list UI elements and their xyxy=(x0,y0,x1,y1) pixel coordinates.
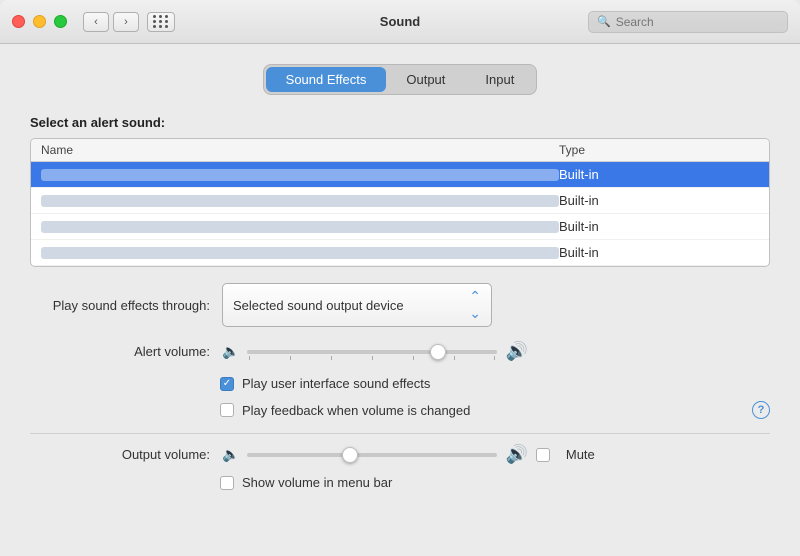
table-row[interactable]: Built-in xyxy=(31,188,769,214)
tabs: Sound Effects Output Input xyxy=(30,64,770,95)
play-through-dropdown[interactable]: Selected sound output device ⌃⌄ xyxy=(222,283,492,327)
row-type-3: Built-in xyxy=(559,219,759,234)
output-slider-thumb[interactable] xyxy=(342,447,358,463)
grid-icon xyxy=(153,15,169,28)
back-button[interactable]: ‹ xyxy=(83,12,109,32)
output-volume-label: Output volume: xyxy=(30,447,210,462)
forward-button[interactable]: › xyxy=(113,12,139,32)
row-type-4: Built-in xyxy=(559,245,759,260)
volume-high-icon: 🔊 xyxy=(505,341,527,362)
tab-sound-effects[interactable]: Sound Effects xyxy=(266,67,387,92)
table-row[interactable]: Built-in xyxy=(31,240,769,266)
output-volume-high-icon: 🔊 xyxy=(505,444,527,465)
show-volume-label: Show volume in menu bar xyxy=(242,475,392,490)
mute-checkbox[interactable] xyxy=(536,448,550,462)
dropdown-value: Selected sound output device xyxy=(233,298,404,313)
feedback-checkbox-row: Play feedback when volume is changed ? xyxy=(30,401,770,419)
sound-table: Name Type Built-in Built-in Built-in Bui… xyxy=(30,138,770,267)
help-button[interactable]: ? xyxy=(752,401,770,419)
tab-group: Sound Effects Output Input xyxy=(263,64,538,95)
output-slider-background xyxy=(247,453,497,457)
window-title: Sound xyxy=(380,14,420,29)
row-name-2 xyxy=(41,195,559,207)
feedback-label: Play feedback when volume is changed xyxy=(242,403,470,418)
row-name-4 xyxy=(41,247,559,259)
grid-button[interactable] xyxy=(147,12,175,32)
output-volume-slider[interactable] xyxy=(247,447,497,463)
alert-volume-label: Alert volume: xyxy=(30,344,210,359)
alert-volume-slider-group: 🔈 🔊 xyxy=(222,341,528,362)
nav-buttons: ‹ › xyxy=(83,12,139,32)
col-type-header: Type xyxy=(559,143,759,157)
search-icon: 🔍 xyxy=(597,15,611,28)
feedback-checkbox-left: Play feedback when volume is changed xyxy=(220,403,470,418)
checkbox-check-icon: ✓ xyxy=(223,378,231,389)
mute-label: Mute xyxy=(566,447,595,462)
tab-input[interactable]: Input xyxy=(465,67,534,92)
output-volume-row: Output volume: 🔈 🔊 Mute xyxy=(30,444,770,465)
divider xyxy=(30,433,770,434)
traffic-lights xyxy=(12,15,67,28)
col-name-header: Name xyxy=(41,143,559,157)
tab-output[interactable]: Output xyxy=(386,67,465,92)
table-header: Name Type xyxy=(31,139,769,162)
show-volume-checkbox-row: Show volume in menu bar xyxy=(30,475,770,490)
tick-marks xyxy=(247,356,497,360)
alert-volume-row: Alert volume: 🔈 🔊 xyxy=(30,341,770,362)
search-input[interactable] xyxy=(616,15,779,29)
main-content: Sound Effects Output Input Select an ale… xyxy=(0,44,800,556)
volume-low-icon: 🔈 xyxy=(222,343,239,360)
play-through-row: Play sound effects through: Selected sou… xyxy=(30,283,770,327)
show-volume-checkbox[interactable] xyxy=(220,476,234,490)
section-label: Select an alert sound: xyxy=(30,115,770,130)
row-type-2: Built-in xyxy=(559,193,759,208)
row-name-1 xyxy=(41,169,559,181)
table-row[interactable]: Built-in xyxy=(31,214,769,240)
maximize-button[interactable] xyxy=(54,15,67,28)
row-type-1: Built-in xyxy=(559,167,759,182)
minimize-button[interactable] xyxy=(33,15,46,28)
search-box[interactable]: 🔍 xyxy=(588,11,788,33)
ui-sounds-checkbox-row: ✓ Play user interface sound effects xyxy=(30,376,770,391)
slider-background xyxy=(247,350,497,354)
titlebar: ‹ › Sound 🔍 xyxy=(0,0,800,44)
ui-sounds-label: Play user interface sound effects xyxy=(242,376,430,391)
dropdown-arrow-icon: ⌃⌄ xyxy=(469,288,481,322)
feedback-checkbox[interactable] xyxy=(220,403,234,417)
close-button[interactable] xyxy=(12,15,25,28)
output-volume-slider-group: 🔈 🔊 Mute xyxy=(222,444,595,465)
alert-volume-slider[interactable] xyxy=(247,344,497,360)
output-volume-low-icon: 🔈 xyxy=(222,446,239,463)
ui-sounds-checkbox[interactable]: ✓ xyxy=(220,377,234,391)
table-row[interactable]: Built-in xyxy=(31,162,769,188)
play-through-label: Play sound effects through: xyxy=(30,298,210,313)
row-name-3 xyxy=(41,221,559,233)
